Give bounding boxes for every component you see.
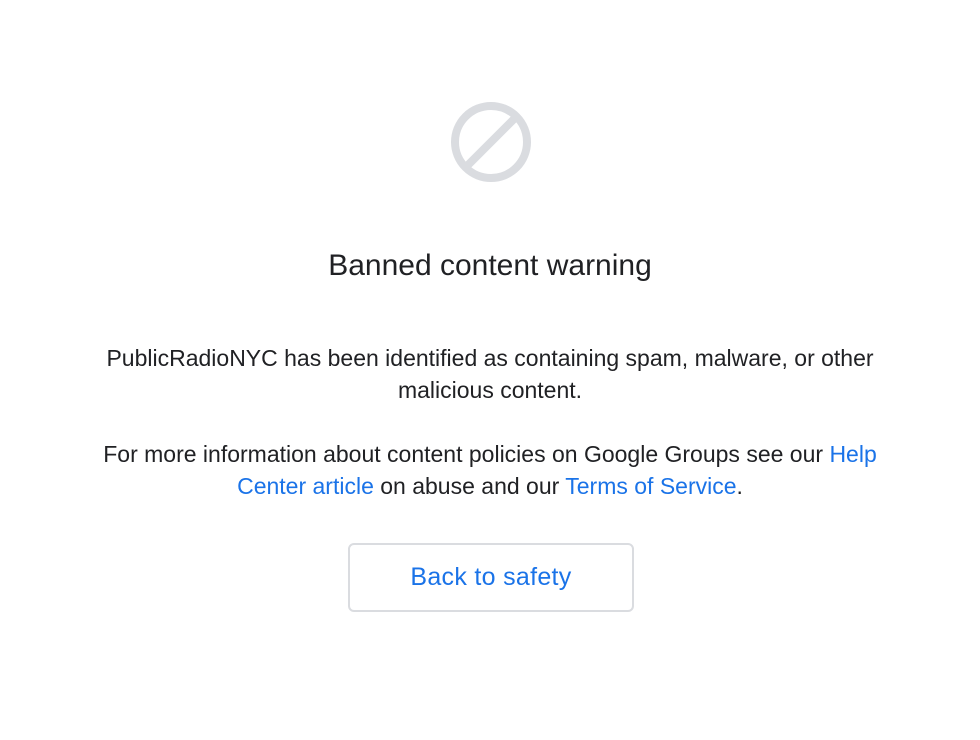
- terms-of-service-link[interactable]: Terms of Service: [565, 473, 736, 499]
- policy-message: For more information about content polic…: [80, 438, 900, 502]
- warning-message: PublicRadioNYC has been identified as co…: [106, 345, 874, 403]
- policy-prefix-text: For more information about content polic…: [103, 441, 830, 467]
- banned-content-page: Banned content warning PublicRadioNYC ha…: [0, 0, 980, 740]
- policy-suffix-text: .: [736, 473, 743, 499]
- ban-icon: [450, 101, 532, 183]
- policy-middle-text: on abuse and our: [373, 473, 566, 499]
- page-title: Banned content warning: [328, 249, 652, 282]
- back-to-safety-button[interactable]: Back to safety: [348, 543, 634, 612]
